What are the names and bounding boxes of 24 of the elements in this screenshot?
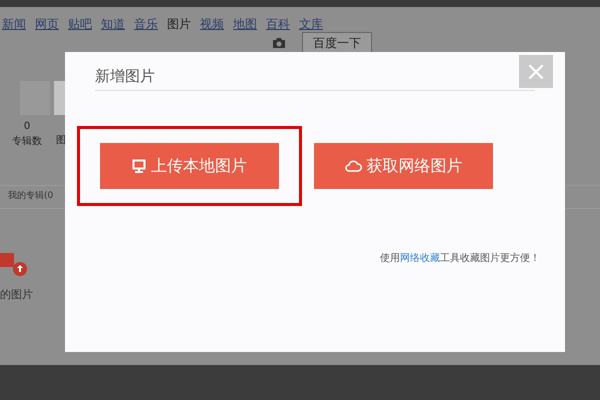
nav-link[interactable]: 地图	[233, 15, 257, 33]
nav-link[interactable]: 知道	[101, 15, 125, 33]
camera-icon[interactable]	[272, 37, 286, 49]
item-caption: 的图片	[0, 287, 34, 303]
collect-tool-link[interactable]: 网络收藏	[400, 253, 440, 264]
nav-link[interactable]: 文库	[299, 15, 323, 33]
cloud-icon	[344, 160, 362, 172]
monitor-icon	[132, 159, 146, 173]
stat-value: 0	[24, 120, 30, 134]
nav-link[interactable]: 图片	[167, 15, 191, 33]
nav-link[interactable]: 新闻	[2, 15, 26, 33]
nav-link[interactable]: 贴吧	[68, 15, 92, 33]
search-button[interactable]: 百度一下	[302, 32, 372, 54]
album-tab[interactable]: 我的专辑(0	[8, 190, 54, 204]
upload-button[interactable]: 上传本地图片	[100, 143, 279, 189]
nav-link[interactable]: 网页	[35, 15, 59, 33]
nav-link[interactable]: 视频	[200, 15, 224, 33]
web-image-button[interactable]: 获取网络图片	[314, 143, 493, 189]
nav-link[interactable]: 百科	[266, 15, 290, 33]
hint-text: 使用网络收藏工具收藏图片更方便！	[380, 252, 540, 266]
stat-label: 图	[56, 134, 66, 148]
nav-link[interactable]: 音乐	[134, 15, 158, 33]
stat-label: 专辑数	[12, 134, 42, 149]
dialog-title: 新增图片	[95, 66, 155, 87]
